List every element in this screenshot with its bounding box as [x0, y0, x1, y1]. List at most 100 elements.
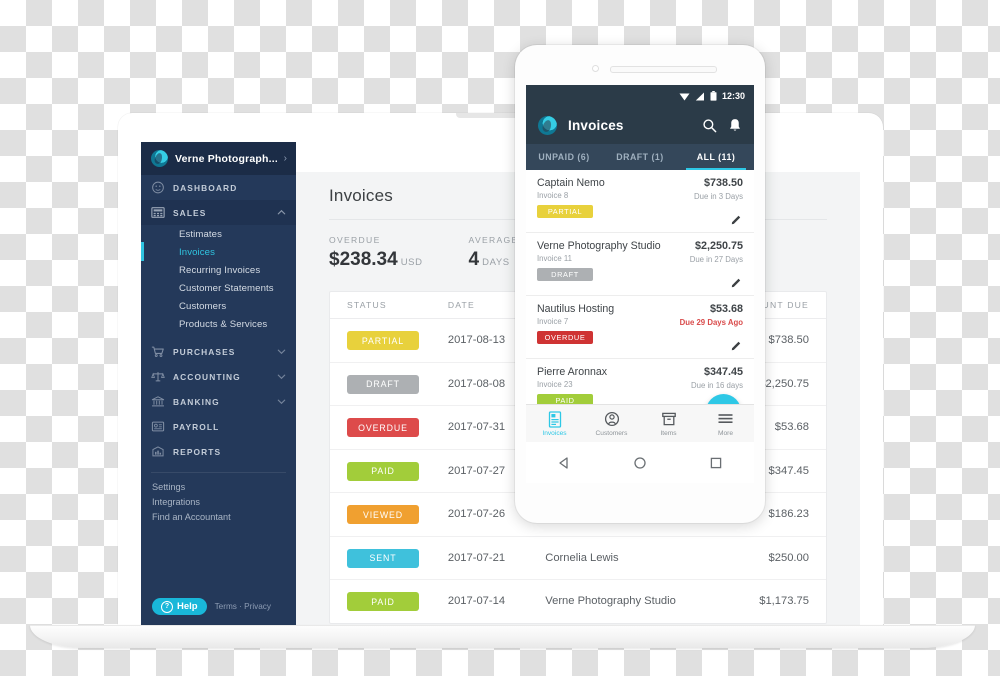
phone-bottom-nav: Invoices Customers Items More [526, 404, 754, 442]
sidebar-item-payroll[interactable]: PAYROLL [141, 414, 296, 439]
sidebar-footer: ? Help Terms · Privacy [141, 598, 307, 615]
sidebar-item-settings[interactable]: Settings [141, 479, 296, 494]
status-badge: OVERDUE [537, 331, 593, 344]
row-status-cell: PAID [330, 461, 448, 481]
sidebar-item-dashboard[interactable]: DASHBOARD [141, 175, 296, 200]
list-item[interactable]: Captain Nemo Invoice 8 PARTIAL $738.50 D… [526, 170, 754, 233]
help-button[interactable]: ? Help [152, 598, 207, 615]
sidebar-subitem-estimates[interactable]: Estimates [141, 225, 296, 243]
sidebar-item-reports[interactable]: REPORTS [141, 439, 296, 464]
sidebar-item-integrations[interactable]: Integrations [141, 494, 296, 509]
reports-bar-icon [152, 446, 164, 457]
home-circle-icon[interactable] [633, 456, 647, 470]
dashboard-icon [152, 181, 164, 194]
summary-avg-time-number: 4 [468, 249, 480, 270]
bottom-nav-more[interactable]: More [697, 405, 754, 442]
sidebar-label-banking: BANKING [173, 396, 220, 407]
notification-bell-icon[interactable] [728, 118, 742, 133]
bottom-nav-items-label: Items [660, 429, 677, 437]
customer-person-icon [604, 411, 619, 426]
sidebar-item-purchases[interactable]: PURCHASES [141, 339, 296, 364]
row-customer-cell: Verne Photography Studio [545, 595, 676, 608]
search-icon[interactable] [702, 118, 717, 133]
chevron-down-icon [277, 349, 286, 355]
sidebar-item-banking[interactable]: BANKING [141, 389, 296, 414]
question-mark-icon: ? [161, 600, 173, 613]
table-row[interactable]: PAID 2017-07-14 Verne Photography Studio… [330, 580, 826, 623]
edit-pencil-icon[interactable] [731, 340, 742, 351]
list-item[interactable]: Verne Photography Studio Invoice 11 DRAF… [526, 233, 754, 296]
table-row[interactable]: SENT 2017-07-21 Cornelia Lewis $250.00 [330, 537, 826, 580]
bottom-nav-customers-label: Customers [595, 429, 628, 437]
sidebar-label-dashboard: DASHBOARD [173, 182, 238, 193]
sidebar-item-sales[interactable]: SALES [141, 200, 296, 225]
recents-square-icon[interactable] [709, 456, 723, 470]
row-customer-cell: Cornelia Lewis [545, 551, 619, 564]
signal-icon [695, 92, 704, 100]
bottom-nav-items[interactable]: Items [640, 405, 697, 442]
earpiece-speaker [610, 66, 717, 73]
item-amount: $738.50 [703, 177, 743, 189]
edit-pencil-icon[interactable] [731, 277, 742, 288]
sidebar-subitem-customers[interactable]: Customers [141, 297, 296, 315]
android-navigation-bar [526, 442, 754, 483]
row-status-cell: PAID [330, 592, 448, 611]
edit-pencil-icon[interactable] [731, 214, 742, 225]
status-badge: PARTIAL [347, 331, 419, 350]
status-badge: OVERDUE [347, 418, 419, 437]
help-label: Help [177, 601, 198, 612]
summary-overdue-label: OVERDUE [329, 235, 381, 245]
bottom-nav-more-label: More [717, 429, 734, 437]
scales-icon [151, 372, 165, 382]
battery-icon [710, 91, 717, 101]
bank-icon [151, 396, 165, 407]
chevron-up-icon [277, 209, 286, 215]
sidebar-divider [151, 472, 286, 473]
item-due-text: Due in 3 Days [694, 192, 743, 201]
sidebar-subitem-recurring-invoices[interactable]: Recurring Invoices [141, 261, 296, 279]
list-item[interactable]: Nautilus Hosting Invoice 7 OVERDUE $53.6… [526, 296, 754, 359]
sidebar-label-sales: SALES [173, 207, 207, 218]
item-due-text: Due in 16 days [690, 381, 743, 390]
sidebar-label-payroll: PAYROLL [173, 421, 220, 432]
back-triangle-icon[interactable] [557, 456, 571, 470]
row-status-cell: VIEWED [330, 505, 448, 524]
payroll-icon [151, 421, 165, 432]
row-status-cell: DRAFT [330, 374, 448, 394]
terms-privacy-links[interactable]: Terms · Privacy [215, 602, 271, 611]
sidebar-item-accounting[interactable]: ACCOUNTING [141, 364, 296, 389]
invoice-doc-icon [548, 410, 561, 428]
item-amount: $2,250.75 [694, 240, 743, 252]
status-badge: DRAFT [347, 374, 419, 394]
tab-draft[interactable]: DRAFT (1) [602, 144, 678, 170]
bottom-nav-invoices[interactable]: Invoices [526, 405, 583, 442]
row-amount-cell: $250.00 [768, 551, 809, 564]
phone-tab-bar: UNPAID (6) DRAFT (1) ALL (11) [526, 144, 754, 170]
sidebar-subitem-invoices[interactable]: Invoices [141, 242, 296, 261]
status-badge: VIEWED [347, 505, 419, 524]
row-date-cell: 2017-07-14 [447, 595, 506, 608]
tab-all[interactable]: ALL (11) [678, 144, 754, 170]
status-badge: DRAFT [537, 268, 593, 281]
phone-app-title: Invoices [568, 118, 624, 133]
sidebar-item-find-an-accountant[interactable]: Find an Accountant [141, 509, 296, 524]
laptop-base [30, 625, 975, 648]
bottom-nav-invoices-label: Invoices [542, 429, 567, 437]
brand-name: Verne Photograph... [175, 152, 277, 165]
item-amount: $53.68 [709, 303, 743, 315]
sidebar-brand[interactable]: Verne Photograph... › [141, 142, 296, 175]
sidebar-label-purchases: PURCHASES [173, 346, 236, 357]
front-camera-icon [592, 65, 599, 72]
tab-unpaid[interactable]: UNPAID (6) [526, 144, 602, 170]
chevron-down-icon [277, 374, 286, 380]
summary-overdue-currency: USD [400, 257, 423, 268]
row-status-cell: SENT [330, 548, 448, 568]
chevron-right-icon: › [283, 153, 287, 164]
row-status-cell: PARTIAL [330, 331, 448, 350]
phone-device-mockup: 12:30 Invoices UNPAID (6) DRAFT (1) ALL … [515, 45, 765, 523]
sidebar-subitem-products-services[interactable]: Products & Services [141, 315, 296, 333]
hamburger-menu-icon [718, 413, 733, 423]
sidebar-subitem-customer-statements[interactable]: Customer Statements [141, 279, 296, 297]
status-badge: PAID [347, 592, 419, 611]
bottom-nav-customers[interactable]: Customers [583, 405, 640, 442]
